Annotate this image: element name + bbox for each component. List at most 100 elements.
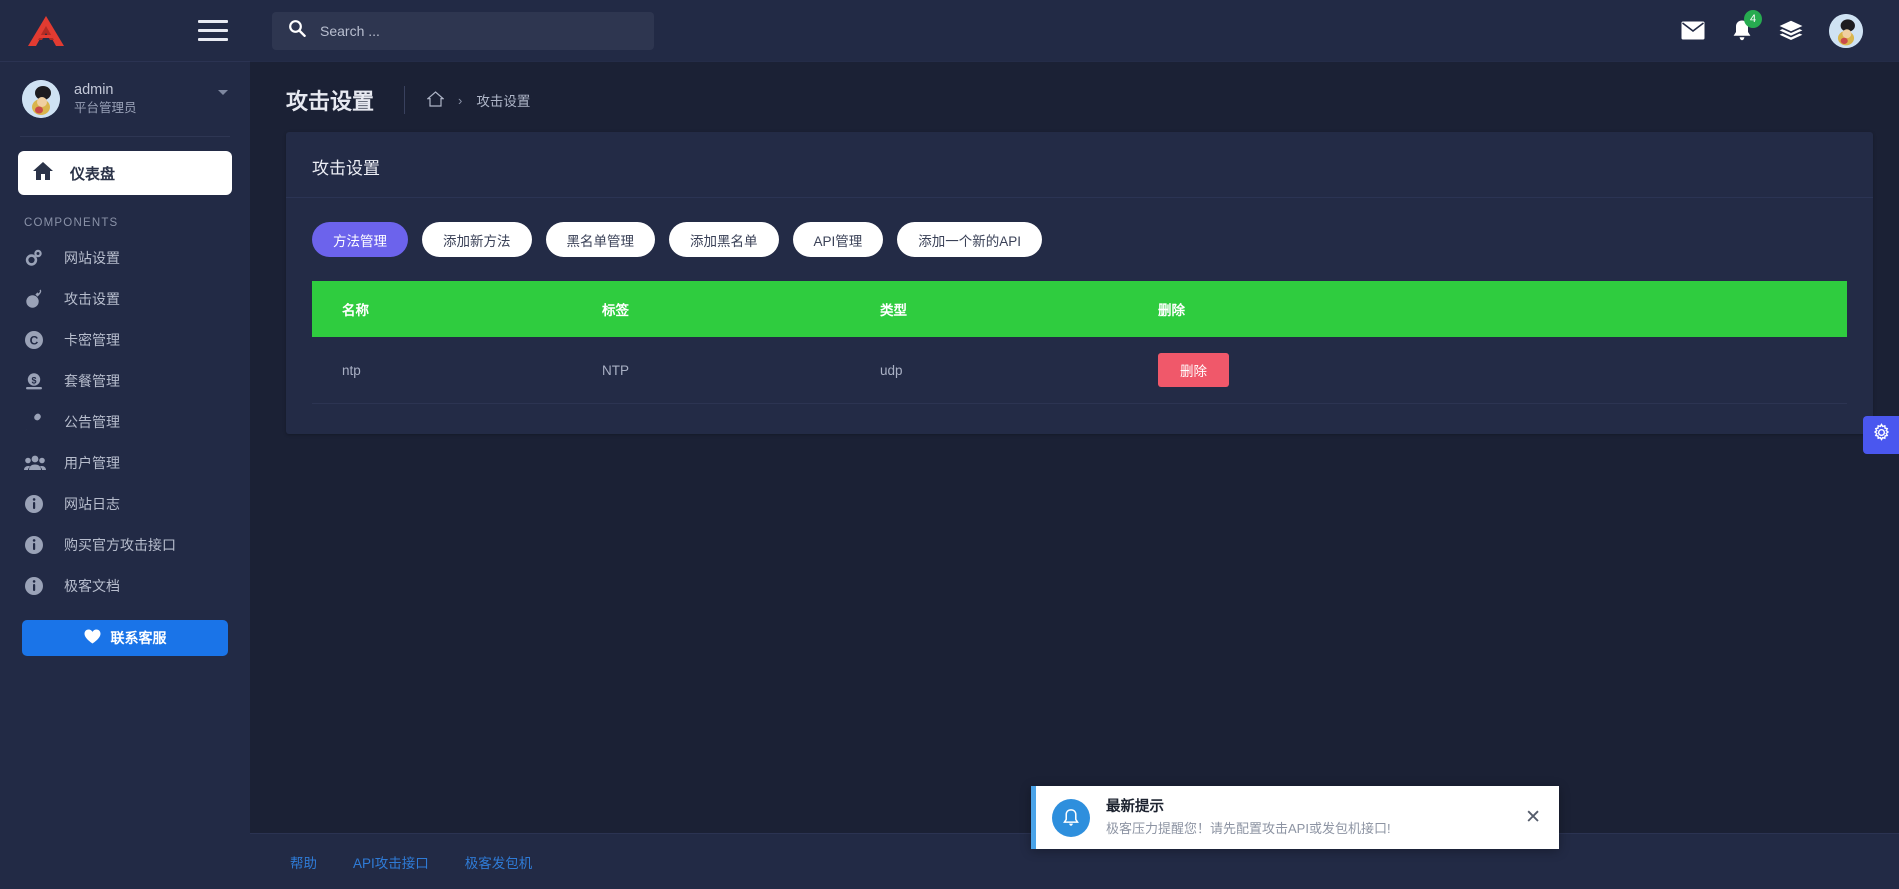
card-header: 攻击设置 xyxy=(286,132,1873,198)
card-title: 攻击设置 xyxy=(312,159,380,178)
topbar: 4 xyxy=(250,0,1899,62)
sidebar-item-dashboard[interactable]: 仪表盘 xyxy=(18,151,232,195)
gears-icon xyxy=(24,248,48,268)
table-body: ntp NTP udp 删除 xyxy=(312,337,1847,404)
notification-toast: 最新提示 极客压力提醒您！请先配置攻击API或发包机接口! ✕ xyxy=(1031,786,1559,849)
footer-link-help[interactable]: 帮助 xyxy=(290,852,317,872)
toast-text: 最新提示 极客压力提醒您！请先配置攻击API或发包机接口! xyxy=(1106,797,1391,838)
chevron-down-icon[interactable] xyxy=(218,90,228,95)
svg-text:$: $ xyxy=(31,375,36,385)
column-header-delete: 删除 xyxy=(1158,281,1847,337)
tab-api-manage[interactable]: API管理 xyxy=(792,222,884,257)
notification-badge: 4 xyxy=(1744,10,1762,28)
tab-add-blacklist[interactable]: 添加黑名单 xyxy=(669,222,779,257)
footer-link-packet-sender[interactable]: 极客发包机 xyxy=(465,852,533,872)
tab-add-method[interactable]: 添加新方法 xyxy=(422,222,532,257)
breadcrumb-current: 攻击设置 xyxy=(476,94,531,109)
cell-action: 删除 xyxy=(1158,337,1847,404)
sidebar-item-label: 购买官方攻击接口 xyxy=(64,536,176,553)
home-outline-icon[interactable] xyxy=(426,90,445,110)
settings-fab-button[interactable] xyxy=(1863,416,1899,454)
search-box[interactable] xyxy=(272,11,654,50)
sidebar-item-label: 攻击设置 xyxy=(64,290,120,307)
sidebar-item-package-manage[interactable]: $ 套餐管理 xyxy=(0,360,250,401)
page-header: 攻击设置 › 攻击设置 xyxy=(250,62,1899,132)
breadcrumb: › 攻击设置 xyxy=(426,90,531,110)
sidebar-item-label: 卡密管理 xyxy=(64,331,120,348)
sidebar-item-announcement-manage[interactable]: 公告管理 xyxy=(0,401,250,442)
column-header-tag: 标签 xyxy=(602,281,880,337)
envelope-icon[interactable] xyxy=(1681,21,1705,40)
avatar xyxy=(22,80,60,118)
triangle-logo-icon[interactable] xyxy=(18,14,74,48)
home-icon xyxy=(32,161,54,186)
money-icon: $ xyxy=(24,371,48,391)
heart-icon xyxy=(84,629,101,647)
table-header-row: 名称 标签 类型 删除 xyxy=(312,281,1847,337)
toast-message: 极客压力提醒您！请先配置攻击API或发包机接口! xyxy=(1106,820,1391,836)
sidebar-item-label: 套餐管理 xyxy=(64,372,120,389)
tab-method-manage[interactable]: 方法管理 xyxy=(312,222,408,257)
copyright-circle-icon: C xyxy=(24,330,48,350)
column-header-type: 类型 xyxy=(880,281,1158,337)
main-area: 4 xyxy=(250,0,1899,889)
sidebar-item-attack-settings[interactable]: 攻击设置 xyxy=(0,278,250,319)
page-title: 攻击设置 xyxy=(286,89,375,114)
sidebar-section-label: COMPONENTS xyxy=(24,217,119,229)
microphone-icon xyxy=(24,412,48,432)
bomb-icon xyxy=(24,289,48,309)
sidebar-item-site-settings[interactable]: 网站设置 xyxy=(0,237,250,278)
methods-table: 名称 标签 类型 删除 ntp NTP udp 删除 xyxy=(312,281,1847,404)
contact-support-button[interactable]: 联系客服 xyxy=(22,620,228,656)
sidebar-item-site-log[interactable]: 网站日志 xyxy=(0,483,250,524)
info-circle-icon xyxy=(24,535,48,555)
info-circle-icon xyxy=(24,494,48,514)
hamburger-menu-icon[interactable] xyxy=(198,20,232,41)
topbar-actions: 4 xyxy=(1681,10,1879,48)
profile-text: admin 平台管理员 xyxy=(74,81,137,117)
sidebar: admin 平台管理员 仪表盘 COMPONENTS 网站设置 攻击设置 C 卡… xyxy=(0,0,250,889)
svg-text:C: C xyxy=(30,333,39,347)
profile-role: 平台管理员 xyxy=(74,101,137,116)
sidebar-item-label: 网站日志 xyxy=(64,495,120,512)
tab-blacklist-manage[interactable]: 黑名单管理 xyxy=(545,222,655,257)
sidebar-profile[interactable]: admin 平台管理员 xyxy=(0,62,250,134)
app-root: admin 平台管理员 仪表盘 COMPONENTS 网站设置 攻击设置 C 卡… xyxy=(0,0,1899,889)
sidebar-item-card-manage[interactable]: C 卡密管理 xyxy=(0,319,250,360)
bell-icon[interactable]: 4 xyxy=(1731,10,1762,42)
layers-icon[interactable] xyxy=(1779,20,1803,41)
sidebar-item-label: 仪表盘 xyxy=(70,165,116,183)
avatar[interactable] xyxy=(1829,13,1863,48)
cell-name: ntp xyxy=(312,337,602,404)
sidebar-item-label: 网站设置 xyxy=(64,249,120,266)
card-body: 方法管理 添加新方法 黑名单管理 添加黑名单 API管理 添加一个新的API 名… xyxy=(286,198,1873,434)
tab-pill-row: 方法管理 添加新方法 黑名单管理 添加黑名单 API管理 添加一个新的API xyxy=(312,222,1847,257)
breadcrumb-separator-line xyxy=(404,86,406,114)
delete-button[interactable]: 删除 xyxy=(1158,353,1229,387)
sidebar-item-geek-docs[interactable]: 极客文档 xyxy=(0,565,250,606)
sidebar-item-buy-attack-api[interactable]: 购买官方攻击接口 xyxy=(0,524,250,565)
users-icon xyxy=(24,453,48,473)
sidebar-item-label: 公告管理 xyxy=(64,413,120,430)
sidebar-item-label: 用户管理 xyxy=(64,454,120,471)
footer-link-api-attack[interactable]: API攻击接口 xyxy=(353,852,429,872)
column-header-name: 名称 xyxy=(312,281,602,337)
sidebar-item-label: 极客文档 xyxy=(64,577,120,594)
sidebar-brand-row xyxy=(0,0,250,62)
bell-circle-icon xyxy=(1052,798,1090,837)
breadcrumb-chevron-icon: › xyxy=(458,92,463,108)
cell-type: udp xyxy=(880,337,1158,404)
sidebar-item-user-manage[interactable]: 用户管理 xyxy=(0,442,250,483)
sidebar-divider xyxy=(20,136,230,137)
cell-tag: NTP xyxy=(602,337,880,404)
gear-icon xyxy=(1872,423,1891,447)
search-icon xyxy=(288,19,306,42)
close-icon[interactable]: ✕ xyxy=(1521,806,1545,829)
search-input[interactable] xyxy=(320,22,638,39)
tab-add-api[interactable]: 添加一个新的API xyxy=(897,222,1043,257)
table-row: ntp NTP udp 删除 xyxy=(312,337,1847,404)
table-header: 名称 标签 类型 删除 xyxy=(312,281,1847,337)
toast-title: 最新提示 xyxy=(1106,798,1164,815)
profile-name: admin xyxy=(74,81,114,98)
info-circle-icon xyxy=(24,576,48,596)
